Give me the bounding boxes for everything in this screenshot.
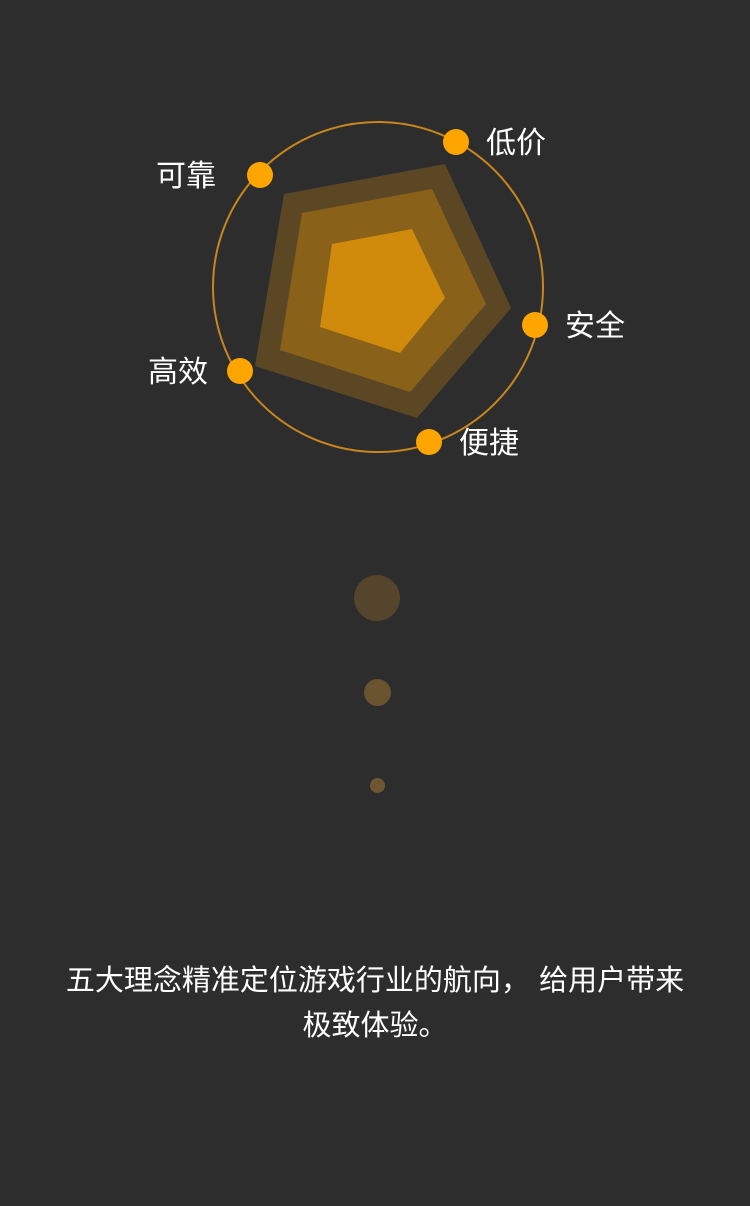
radar-chart bbox=[212, 121, 548, 455]
marker-low-price bbox=[443, 129, 469, 155]
scroll-dot-large bbox=[354, 575, 400, 621]
label-safe: 安全 bbox=[565, 309, 625, 344]
marker-convenient bbox=[416, 429, 442, 455]
scroll-dot-small bbox=[370, 778, 385, 793]
label-reliable: 可靠 bbox=[156, 159, 216, 194]
label-convenient: 便捷 bbox=[459, 426, 519, 461]
marker-efficient bbox=[227, 358, 253, 384]
label-efficient: 高效 bbox=[148, 355, 208, 390]
marker-reliable bbox=[247, 162, 273, 188]
scroll-dot-medium bbox=[364, 679, 391, 706]
label-low-price: 低价 bbox=[486, 126, 546, 161]
marker-safe bbox=[522, 312, 548, 338]
tagline: 五大理念精准定位游戏行业的航向， 给用户带来极致体验。 bbox=[65, 963, 685, 1042]
